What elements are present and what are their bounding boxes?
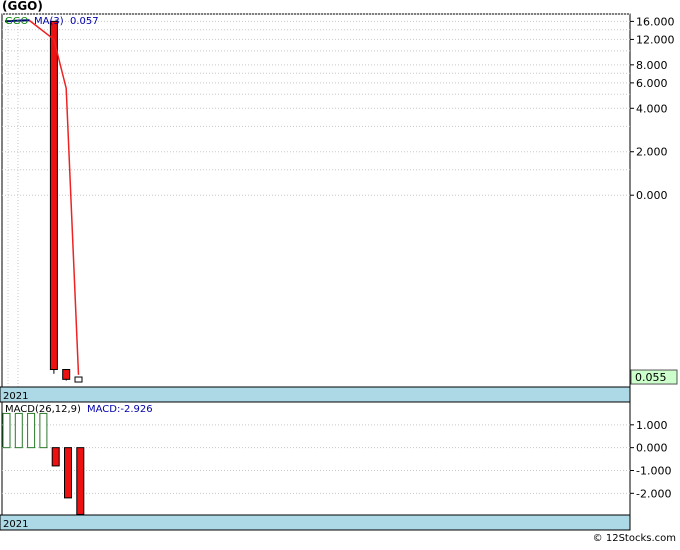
price-tick-label: 4.000 [636, 102, 668, 115]
macd-bar [3, 413, 10, 447]
price-legend-ma-label: MA(3) [34, 16, 64, 27]
macd-tick-label: 0.000 [636, 442, 668, 455]
candle-body [75, 377, 82, 382]
macd-bar [15, 413, 22, 447]
macd-date-label: 2021 [3, 519, 28, 530]
chart-title: (GGO) [2, 0, 43, 13]
last-value-label: 0.055 [635, 371, 667, 384]
macd-panel-frame [2, 402, 630, 515]
macd-date-band [0, 515, 630, 530]
macd-legend-label: MACD(26,12,9) [5, 404, 81, 415]
macd-bar [40, 413, 47, 447]
price-tick-label: 8.000 [636, 59, 668, 72]
price-panel-frame [2, 14, 630, 387]
price-tick-label: 12.000 [636, 33, 675, 46]
price-tick-label: 6.000 [636, 77, 668, 90]
macd-bar [77, 448, 84, 515]
price-legend-ma-value: 0.057 [70, 16, 99, 27]
price-date-label: 2021 [3, 391, 28, 402]
chart-canvas: 16.000 12.000 8.000 6.000 4.000 2.000 0.000 0.0… [0, 0, 680, 546]
macd-bar [52, 448, 59, 466]
candle-body [50, 21, 57, 369]
watermark: © 12Stocks.com [593, 533, 676, 544]
price-tick-label: 2.000 [636, 146, 668, 159]
macd-bar [28, 413, 35, 447]
macd-bar [65, 448, 72, 498]
price-tick-label: 0.000 [636, 189, 668, 202]
price-tick-label: 16.000 [636, 15, 675, 28]
price-date-band [0, 387, 630, 402]
macd-legend-value: MACD:-2.926 [87, 404, 153, 415]
macd-tick-label: 1.000 [636, 419, 668, 432]
macd-tick-label: -1.000 [636, 464, 671, 477]
macd-tick-label: -2.000 [636, 487, 671, 500]
price-legend-symbol: GGO [5, 16, 28, 27]
chart-root: 16.000 12.000 8.000 6.000 4.000 2.000 0.000 0.0… [0, 0, 680, 546]
candle-body [63, 370, 70, 380]
